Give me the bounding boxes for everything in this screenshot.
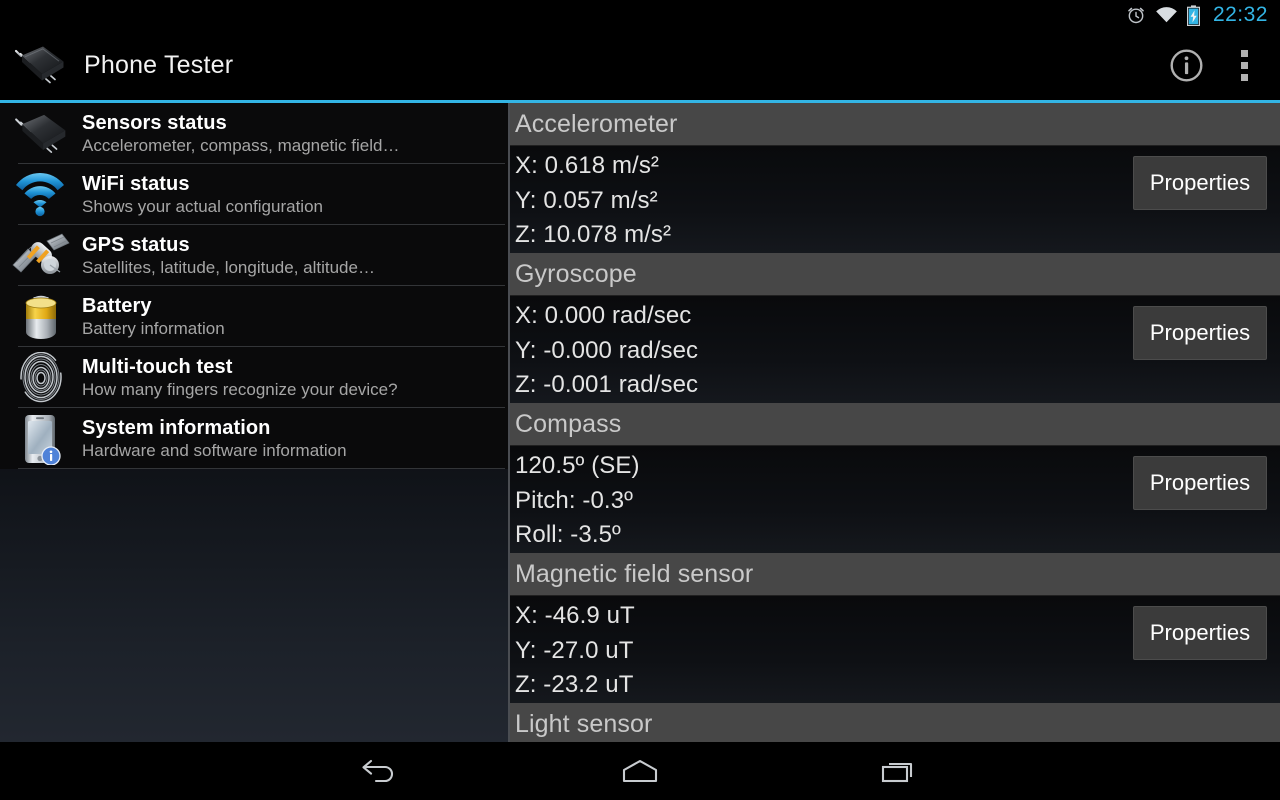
- properties-button[interactable]: Properties: [1133, 606, 1267, 660]
- sidebar-item-multi-touch-test[interactable]: Multi-touch test How many fingers recogn…: [0, 347, 510, 408]
- section-header-label: Compass: [515, 409, 622, 438]
- sidebar-item-title: System information: [82, 416, 271, 439]
- sidebar-item-gps-status[interactable]: GPS status Satellites, latitude, longitu…: [0, 225, 510, 286]
- overflow-dot: [1240, 73, 1248, 81]
- section-body-compass: 120.5º (SE) Pitch: -0.3º Roll: -3.5º Pro…: [510, 446, 1280, 553]
- sensor-value: Z: 10.078 m/s²: [515, 221, 672, 248]
- sidebar-item-title: Sensors status: [82, 111, 227, 134]
- section-body-accelerometer: X: 0.618 m/s² Y: 0.057 m/s² Z: 10.078 m/…: [510, 146, 1280, 253]
- sidebar-item-title: GPS status: [82, 233, 190, 256]
- section-header-label: Magnetic field sensor: [515, 559, 754, 588]
- section-body-gyroscope: X: 0.000 rad/sec Y: -0.000 rad/sec Z: -0…: [510, 296, 1280, 403]
- alarm-clock-icon: [1126, 5, 1146, 25]
- sidebar-item-system-information[interactable]: System information Hardware and software…: [0, 408, 510, 469]
- overflow-dot: [1240, 61, 1248, 69]
- action-bar-actions: [1156, 35, 1280, 95]
- content-area: Sensors status Accelerometer, compass, m…: [0, 103, 1280, 742]
- section-body-magnetic-field-sensor: X: -46.9 uT Y: -27.0 uT Z: -23.2 uT Prop…: [510, 596, 1280, 703]
- sidebar-item-subtitle: Battery information: [82, 318, 225, 338]
- sidebar-item-text: WiFi status Shows your actual configurat…: [82, 173, 323, 217]
- sidebar-item-title: Battery: [82, 294, 152, 317]
- sidebar-item-text: GPS status Satellites, latitude, longitu…: [82, 234, 375, 278]
- properties-button[interactable]: Properties: [1133, 156, 1267, 210]
- sensor-value: Roll: -3.5º: [515, 521, 621, 548]
- section-header-accelerometer: Accelerometer: [510, 103, 1280, 146]
- section-header-label: Light sensor: [515, 709, 653, 738]
- sidebar-list[interactable]: Sensors status Accelerometer, compass, m…: [0, 103, 510, 742]
- microchip-icon: [12, 43, 68, 87]
- status-bar-clock: 22:32: [1212, 3, 1268, 26]
- status-bar: 22:32: [0, 0, 1280, 30]
- sidebar-item-subtitle: Shows your actual configuration: [82, 196, 323, 216]
- sidebar-item-battery[interactable]: Battery Battery information: [0, 286, 510, 347]
- sidebar-item-text: System information Hardware and software…: [82, 417, 347, 461]
- satellite-icon: [10, 230, 72, 282]
- sidebar-item-subtitle: Satellites, latitude, longitude, altitud…: [82, 257, 375, 277]
- section-header-label: Accelerometer: [515, 109, 678, 138]
- properties-button[interactable]: Properties: [1133, 456, 1267, 510]
- section-header-gyroscope: Gyroscope: [510, 253, 1280, 296]
- microchip-icon: [10, 108, 72, 160]
- sidebar-item-sensors-status[interactable]: Sensors status Accelerometer, compass, m…: [0, 103, 510, 164]
- home-icon[interactable]: [600, 748, 680, 794]
- section-header-light-sensor: Light sensor: [510, 703, 1280, 742]
- sensor-value: Z: -23.2 uT: [515, 671, 634, 698]
- sidebar-item-text: Battery Battery information: [82, 295, 225, 339]
- section-header-magnetic-field-sensor: Magnetic field sensor: [510, 553, 1280, 596]
- overflow-menu-icon[interactable]: [1222, 35, 1266, 95]
- overflow-dot: [1240, 49, 1248, 57]
- sidebar-item-title: Multi-touch test: [82, 355, 233, 378]
- android-navigation-bar: [0, 742, 1280, 800]
- wifi-icon: [1155, 6, 1178, 24]
- sidebar-item-text: Multi-touch test How many fingers recogn…: [82, 356, 398, 400]
- page-title: Phone Tester: [84, 50, 234, 79]
- smartphone-info-icon: [10, 413, 72, 465]
- section-header-label: Gyroscope: [515, 259, 637, 288]
- sidebar-item-subtitle: How many fingers recognize your device?: [82, 379, 398, 399]
- battery-icon: [10, 291, 72, 343]
- fingerprint-icon: [10, 351, 72, 404]
- sidebar-item-subtitle: Hardware and software information: [82, 440, 347, 460]
- sidebar-item-wifi-status[interactable]: WiFi status Shows your actual configurat…: [0, 164, 510, 225]
- battery-charging-icon: [1186, 4, 1200, 26]
- sidebar-item-subtitle: Accelerometer, compass, magnetic field…: [82, 135, 400, 155]
- section-header-compass: Compass: [510, 403, 1280, 446]
- back-icon[interactable]: [340, 748, 420, 794]
- recent-apps-icon[interactable]: [860, 748, 940, 794]
- sidebar-item-title: WiFi status: [82, 172, 190, 195]
- sidebar-item-text: Sensors status Accelerometer, compass, m…: [82, 112, 399, 156]
- sensor-detail-list[interactable]: Accelerometer X: 0.618 m/s² Y: 0.057 m/s…: [510, 103, 1280, 742]
- properties-button[interactable]: Properties: [1133, 306, 1267, 360]
- action-bar: Phone Tester: [0, 30, 1280, 100]
- wifi-icon: [10, 169, 72, 221]
- sensor-value: Z: -0.001 rad/sec: [515, 371, 699, 398]
- info-icon[interactable]: [1156, 35, 1216, 95]
